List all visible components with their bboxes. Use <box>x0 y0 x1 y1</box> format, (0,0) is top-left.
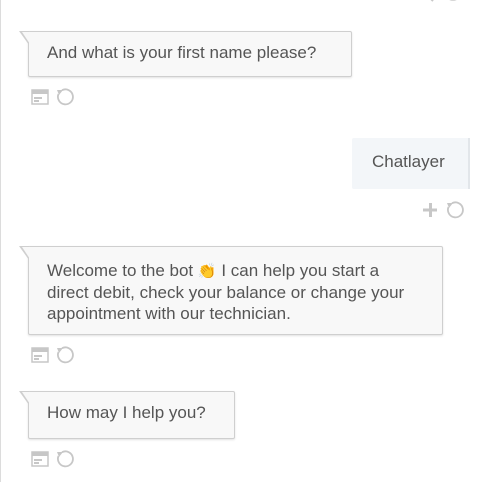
restart-icon[interactable] <box>54 345 74 365</box>
previous-message-actions <box>430 0 457 2</box>
plus-icon[interactable] <box>420 200 440 220</box>
message-actions <box>30 344 74 366</box>
user-message: Chatlayer <box>352 138 470 189</box>
restart-icon[interactable] <box>444 200 464 220</box>
message-text: Chatlayer <box>372 152 445 171</box>
message-actions <box>30 86 74 108</box>
message-actions <box>420 199 464 221</box>
bubble-tail <box>19 391 30 405</box>
card-icon[interactable] <box>30 345 50 365</box>
bubble-tail <box>19 246 30 260</box>
bot-message: Welcome to the bot 👏 I can help you star… <box>19 246 443 335</box>
message-text: And what is your first name please? <box>47 43 317 62</box>
message-actions <box>30 448 74 470</box>
card-icon[interactable] <box>30 449 50 469</box>
card-icon[interactable] <box>30 87 50 107</box>
bot-message: And what is your first name please? <box>19 31 352 77</box>
bot-message: How may I help you? <box>19 391 235 439</box>
restart-icon[interactable] <box>54 449 74 469</box>
message-text: Welcome to the bot <box>47 261 194 280</box>
panel-left-border <box>0 0 1 482</box>
message-text: How may I help you? <box>47 403 206 422</box>
restart-icon[interactable] <box>54 87 74 107</box>
bubble-tail <box>19 31 30 45</box>
clapping-hands-emoji: 👏 <box>197 263 217 280</box>
